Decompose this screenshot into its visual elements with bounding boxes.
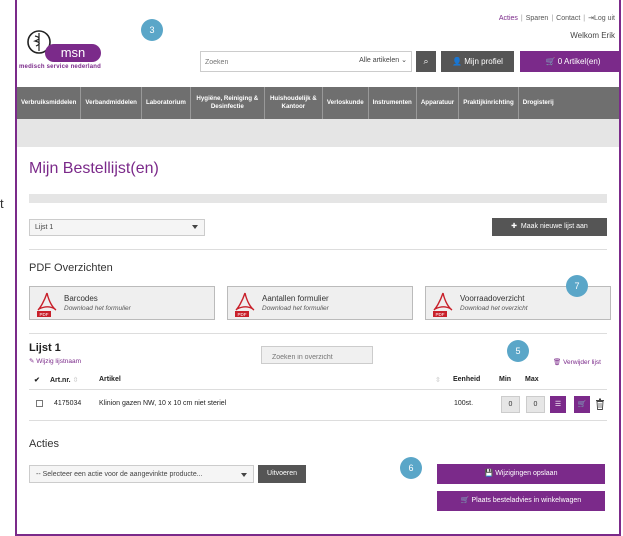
header: Acties | Sparen | Contact | ⇥Log uit Welkom Er… — [17, 0, 619, 80]
svg-text:PDF: PDF — [436, 312, 445, 317]
delete-list-link[interactable]: 🗑 Verwijder lijst — [553, 358, 601, 366]
divider — [29, 249, 607, 250]
nav-item[interactable]: Verbruiksmiddelen — [17, 87, 82, 119]
save-changes-button[interactable]: 💾 Wijzigingen opslaan — [437, 464, 605, 484]
max-quantity-input[interactable]: 0 — [526, 396, 545, 413]
cart-icon: 🛒 — [577, 401, 587, 408]
pdf-card-aantallen[interactable]: PDF Aantallen formulier Download het for… — [227, 286, 413, 320]
nav-item[interactable]: Laboratorium — [142, 87, 191, 119]
min-quantity-input[interactable]: 0 — [501, 396, 520, 413]
top-links: Acties | Sparen | Contact | ⇥Log uit — [498, 15, 615, 22]
actions-heading: Acties — [29, 438, 59, 450]
divider — [29, 420, 607, 421]
search-icon: ⌕ — [423, 56, 429, 66]
nav-item[interactable]: Drogisterij — [519, 87, 558, 119]
row-artikel: Klinion gazen NW, 10 x 10 cm niet sterie… — [99, 400, 227, 407]
divider — [29, 333, 607, 334]
nav-item[interactable]: Hygiëne, Reiniging & Desinfectie — [191, 87, 265, 119]
column-header-min: Min — [499, 376, 512, 383]
trash-icon: 🗑 — [552, 359, 562, 366]
pdf-heading: PDF Overzichten — [29, 262, 113, 274]
pdf-card-subtitle: Download het overzicht — [460, 305, 528, 312]
action-select[interactable]: -- Selecteer een actie voor de aangevink… — [29, 465, 254, 483]
cropped-text-fragment: t — [0, 196, 4, 211]
page-title: Mijn Bestellijst(en) — [29, 160, 159, 177]
new-list-button[interactable]: ✚ Maak nieuwe lijst aan — [492, 218, 607, 236]
logo-subtitle: medisch service nederland — [19, 64, 102, 70]
divider — [29, 389, 607, 390]
caret-down-icon — [192, 225, 198, 229]
svg-text:PDF: PDF — [238, 312, 247, 317]
sort-icon: ⇳ — [435, 377, 441, 384]
nav-item[interactable]: Instrumenten — [369, 87, 417, 119]
list-view-button[interactable]: ☰ — [550, 396, 566, 413]
pdf-card-subtitle: Download het formulier — [64, 305, 131, 312]
callout-badge-5: 5 — [507, 340, 529, 362]
rename-list-link[interactable]: ✎ Wijzig lijstnaam — [29, 357, 81, 365]
pdf-card-title: Barcodes — [64, 294, 98, 303]
cart-icon: 🛒 — [545, 57, 556, 66]
pdf-icon: PDF — [433, 292, 453, 317]
search-box: Alle artikelen ⌄ — [200, 51, 412, 72]
plus-icon: ✚ — [511, 223, 518, 230]
pdf-card-barcodes[interactable]: PDF Barcodes Download het formulier — [29, 286, 215, 320]
trash-icon[interactable] — [595, 398, 605, 410]
overview-search-input[interactable] — [261, 346, 373, 364]
add-to-cart-button[interactable]: 🛒 — [574, 396, 590, 413]
cart-icon: 🛒 — [460, 497, 470, 504]
callout-badge-3: 3 — [141, 19, 163, 41]
column-header-artnr[interactable]: Art.nr. ⇳ — [50, 376, 78, 384]
profile-button[interactable]: 👤 Mijn profiel — [441, 51, 514, 72]
list-icon: ☰ — [554, 401, 562, 408]
row-eenheid: 100st. — [454, 400, 474, 407]
link-sparen[interactable]: Sparen — [526, 15, 549, 22]
place-order-advice-button[interactable]: 🛒 Plaats besteladvies in winkelwagen — [437, 491, 605, 511]
nav-item[interactable]: Praktijkinrichting — [459, 87, 519, 119]
column-header-eenheid[interactable]: Eenheid — [453, 376, 480, 383]
search-scope-select[interactable]: Alle artikelen ⌄ — [359, 56, 407, 64]
chevron-down-icon: ⌄ — [401, 57, 407, 64]
pdf-icon: PDF — [37, 292, 57, 317]
list-title: Lijst 1 — [29, 342, 61, 354]
column-header-max: Max — [525, 376, 539, 383]
edit-icon: ✎ — [29, 358, 35, 365]
user-icon: 👤 — [452, 57, 463, 66]
pdf-card-subtitle: Download het formulier — [262, 305, 329, 312]
callout-badge-6: 6 — [400, 457, 422, 479]
callout-badge-7: 7 — [566, 275, 588, 297]
link-acties[interactable]: Acties — [499, 15, 518, 22]
nav-item[interactable]: Verbandmiddelen — [81, 87, 142, 119]
pdf-card-title: Voorraadoverzicht — [460, 294, 525, 303]
nav-item[interactable]: Huishoudelijk & Kantoor — [265, 87, 323, 119]
save-icon: 💾 — [484, 470, 494, 477]
sort-icon: ⇳ — [72, 377, 79, 384]
nav-item[interactable]: Verloskunde — [323, 87, 369, 119]
welcome-text: Welkom Erik — [570, 31, 615, 40]
breadcrumb-band — [17, 119, 619, 147]
main-nav: Verbruiksmiddelen Verbandmiddelen Labora… — [17, 87, 619, 119]
svg-text:PDF: PDF — [40, 312, 49, 317]
link-contact[interactable]: Contact — [556, 15, 580, 22]
column-header-artikel[interactable]: Artikel — [99, 376, 121, 383]
search-input[interactable] — [205, 55, 315, 69]
browser-frame: Acties | Sparen | Contact | ⇥Log uit Welkom Er… — [15, 0, 621, 536]
pdf-card-title: Aantallen formulier — [262, 294, 329, 303]
search-button[interactable]: ⌕ — [416, 51, 436, 72]
cart-button[interactable]: 🛒 0 Artikel(en) — [520, 51, 619, 72]
run-action-button[interactable]: Uitvoeren — [258, 465, 306, 483]
caret-down-icon — [241, 473, 247, 477]
logo-text: msn — [61, 45, 86, 60]
pdf-icon: PDF — [235, 292, 255, 317]
list-select[interactable]: Lijst 1 — [29, 219, 205, 236]
row-checkbox[interactable] — [36, 400, 43, 407]
row-artnr: 4175034 — [54, 400, 82, 407]
link-logout[interactable]: Log uit — [594, 15, 615, 22]
nav-item[interactable]: Apparatuur — [417, 87, 460, 119]
divider-band — [29, 194, 607, 203]
select-all-check-icon[interactable]: ✔ — [34, 376, 40, 384]
